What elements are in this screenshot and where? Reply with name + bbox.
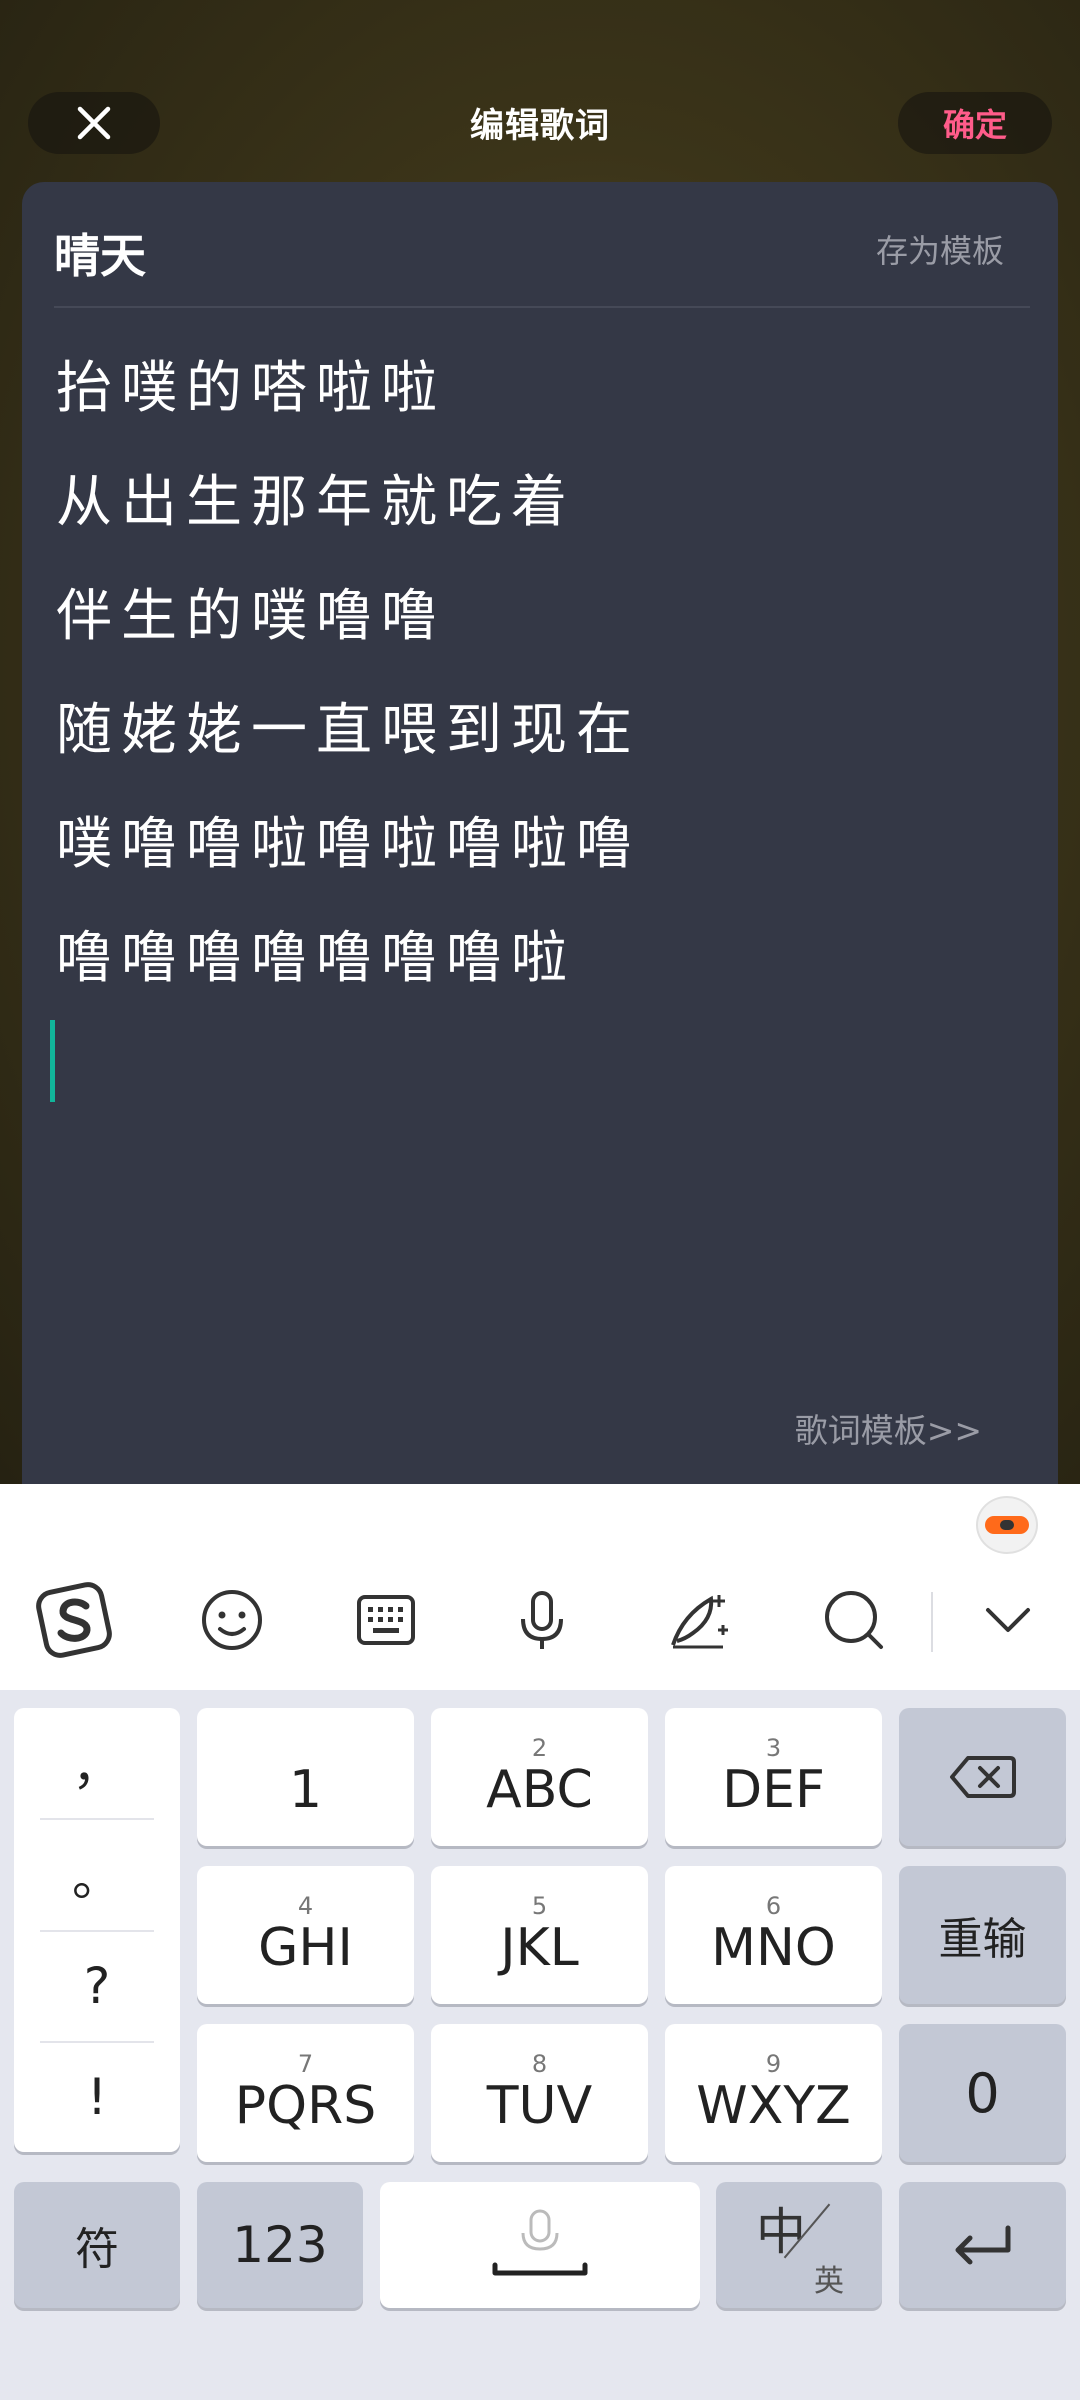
key-8-tuv[interactable]: 8 TUV: [431, 2024, 648, 2162]
lyric-line: 噗噜噜啦噜啦噜啦噜: [56, 812, 641, 877]
key-6-mno[interactable]: 6 MNO: [665, 1866, 882, 2004]
lyric-line: 伴生的噗噜噜: [56, 584, 446, 649]
key-label: 1: [288, 1760, 323, 1820]
key-label: PQRS: [234, 2076, 377, 2136]
enter-key[interactable]: [899, 2182, 1066, 2308]
lyrics-text-area[interactable]: 抬噗的嗒啦啦 从出生那年就吃着 伴生的噗噜噜 随姥姥一直喂到现在 噗噜噜啦噜啦噜…: [56, 332, 1016, 1016]
search-icon[interactable]: [814, 1580, 894, 1660]
top-bar: 编辑歌词 确定: [0, 0, 1080, 180]
key-9-wxyz[interactable]: 9 WXYZ: [665, 2024, 882, 2162]
key-label: 123: [232, 2216, 328, 2274]
backspace-key[interactable]: [899, 1708, 1066, 1846]
handwriting-icon[interactable]: [658, 1580, 738, 1660]
punct-exclaim-key[interactable]: !: [14, 2042, 180, 2152]
lyric-line: 抬噗的嗒啦啦: [56, 356, 446, 421]
voice-space-icon: [492, 2209, 588, 2276]
divider: [54, 306, 1030, 308]
keyboard-icon[interactable]: [346, 1580, 426, 1660]
key-label: DEF: [722, 1760, 825, 1820]
lyric-line: 噜噜噜噜噜噜噜啦: [56, 926, 576, 991]
space-key[interactable]: [380, 2182, 700, 2308]
lyric-line: 从出生那年就吃着: [56, 470, 576, 535]
key-label: MNO: [711, 1918, 836, 1978]
mascot-icon[interactable]: [976, 1496, 1038, 1554]
language-switch-key[interactable]: 中 英: [716, 2182, 882, 2308]
confirm-button[interactable]: 确定: [898, 92, 1052, 154]
retype-key[interactable]: 重输: [899, 1866, 1066, 2004]
key-2-abc[interactable]: 2 ABC: [431, 1708, 648, 1846]
emoji-icon[interactable]: [192, 1580, 272, 1660]
sogou-logo-icon[interactable]: [36, 1580, 116, 1660]
numbers-key[interactable]: 123: [197, 2182, 363, 2308]
microphone-icon[interactable]: [502, 1580, 582, 1660]
keyboard-toolbar: [0, 1484, 1080, 1690]
key-5-jkl[interactable]: 5 JKL: [431, 1866, 648, 2004]
lang-zh-label: 中: [756, 2203, 806, 2261]
collapse-chevron-icon[interactable]: [968, 1580, 1048, 1660]
save-as-template-button[interactable]: 存为模板: [876, 226, 1004, 272]
symbols-key[interactable]: 符: [14, 2182, 180, 2308]
key-0[interactable]: 0: [899, 2024, 1066, 2162]
key-4-ghi[interactable]: 4 GHI: [197, 1866, 414, 2004]
text-cursor: [50, 1020, 55, 1102]
song-title[interactable]: 晴天: [54, 220, 146, 286]
key-label: 0: [965, 2061, 1000, 2125]
key-label: JKL: [500, 1918, 579, 1978]
key-1[interactable]: 1: [197, 1708, 414, 1846]
lyrics-template-link[interactable]: 歌词模板>>: [795, 1404, 982, 1452]
lyric-line: 随姥姥一直喂到现在: [56, 698, 641, 763]
punct-comma-key[interactable]: ，: [14, 1708, 180, 1818]
lyrics-editor: 晴天 存为模板 抬噗的嗒啦啦 从出生那年就吃着 伴生的噗噜噜 随姥姥一直喂到现在…: [22, 182, 1058, 1484]
key-label: GHI: [258, 1918, 353, 1978]
keypad: ， 。 ? ! 1 2 ABC 3 DEF 4 GHI 5 JKL 6 MNO: [0, 1690, 1080, 2400]
punct-question-key[interactable]: ?: [14, 1931, 180, 2041]
key-7-pqrs[interactable]: 7 PQRS: [197, 2024, 414, 2162]
punct-period-key[interactable]: 。: [14, 1819, 180, 1929]
key-label: ABC: [486, 1760, 593, 1820]
key-label: 符: [75, 2224, 119, 2275]
key-label: 重输: [938, 1914, 1027, 1965]
backspace-icon: [949, 1756, 1016, 1798]
background-decoration: [1060, 718, 1080, 942]
key-label: TUV: [486, 2076, 593, 2136]
toolbar-separator: [931, 1592, 933, 1652]
key-label: WXYZ: [696, 2076, 851, 2136]
key-3-def[interactable]: 3 DEF: [665, 1708, 882, 1846]
enter-icon: [955, 2225, 1010, 2265]
punctuation-column: ， 。 ? !: [14, 1708, 180, 2152]
lang-en-label: 英: [814, 2264, 844, 2299]
